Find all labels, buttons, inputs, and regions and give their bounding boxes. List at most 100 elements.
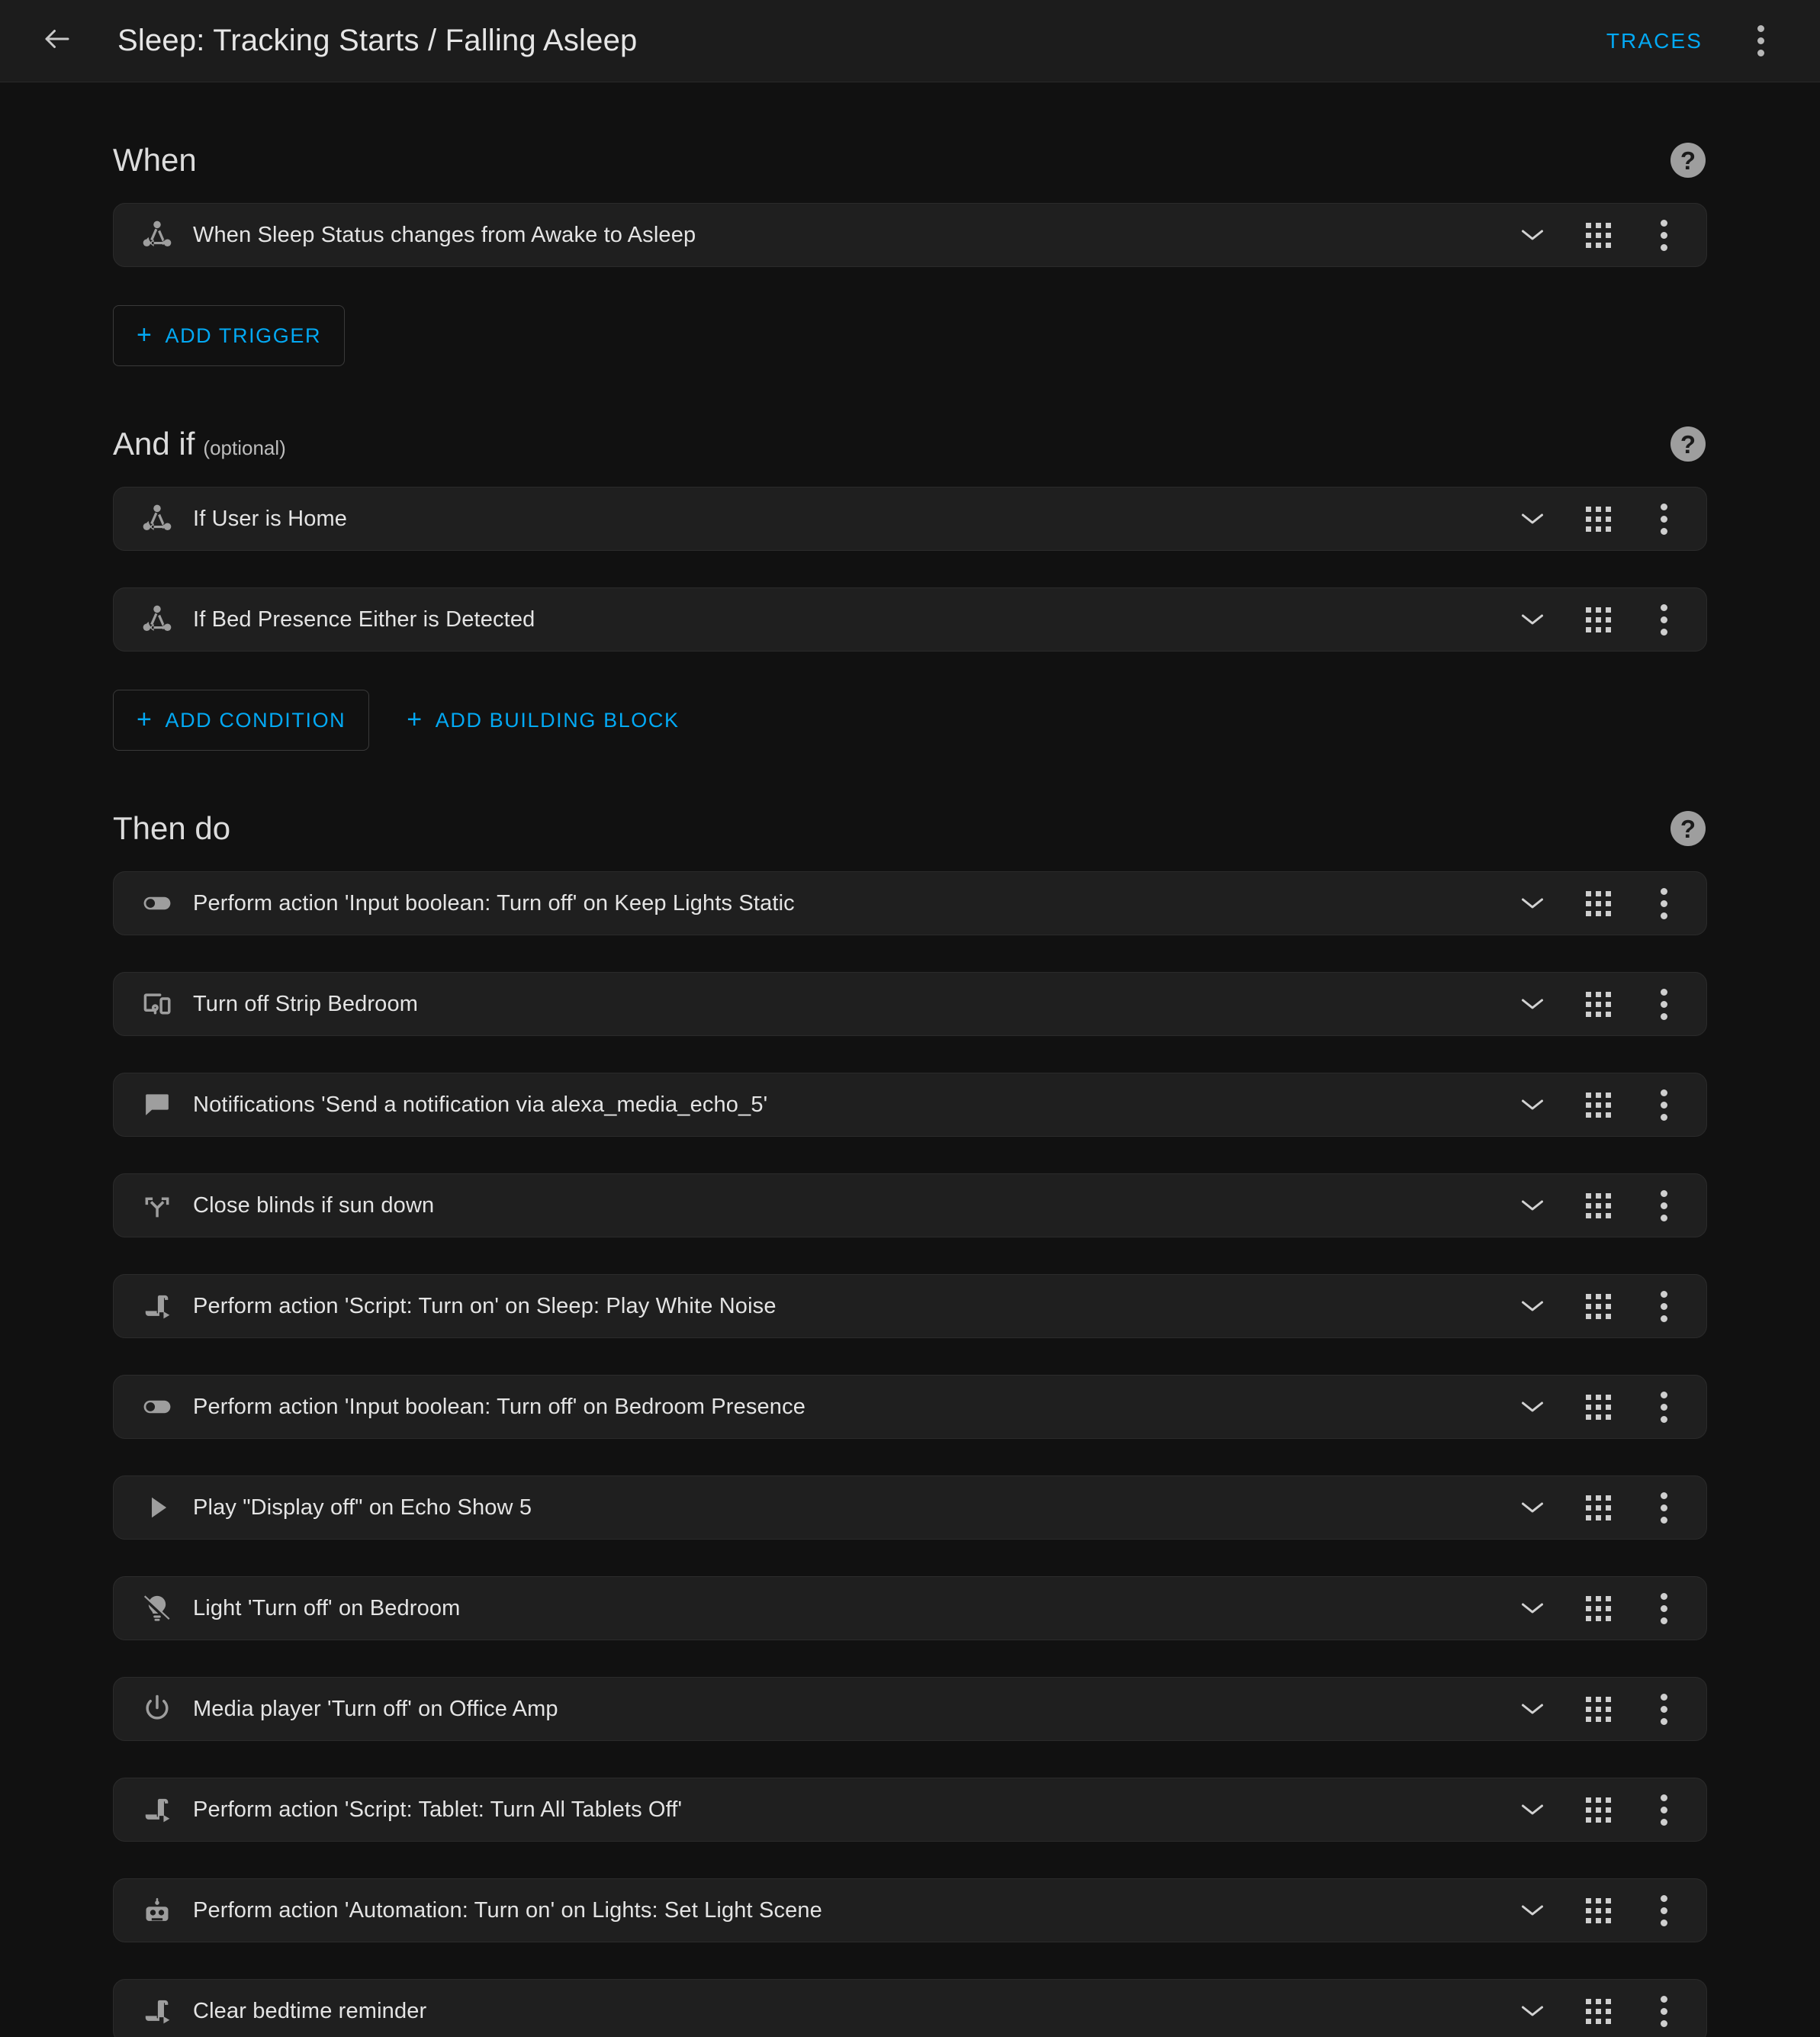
traces-button[interactable]: TRACES [1590,17,1719,66]
toggle-off-icon [135,1385,179,1429]
help-icon[interactable]: ? [1670,426,1706,462]
table-row[interactable]: Close blinds if sun down [113,1173,1707,1237]
drag-handle[interactable] [1569,975,1627,1033]
more-vert-icon-dot [1757,50,1764,56]
chevron-down-icon [1522,1804,1543,1815]
more-vert-icon [1660,1089,1667,1121]
drag-handle[interactable] [1569,1378,1627,1436]
drag-grid-icon [1585,1293,1611,1319]
row-overflow-menu-button[interactable] [1635,1176,1693,1234]
drag-grid-icon [1585,1998,1611,2024]
row-label: Perform action 'Automation: Turn on' on … [193,1897,822,1923]
add-condition-label: ADD CONDITION [165,708,346,732]
help-icon[interactable]: ? [1670,811,1706,846]
table-row[interactable]: Play "Display off" on Echo Show 5 [113,1475,1707,1540]
drag-grid-icon [1585,1092,1611,1118]
row-overflow-menu-button[interactable] [1635,1680,1693,1738]
add-condition-button[interactable]: + ADD CONDITION [113,690,370,751]
page-title: Sleep: Tracking Starts / Falling Asleep [117,24,638,57]
section-header-and-if: And if (optional) ? [113,366,1707,487]
table-row[interactable]: Clear bedtime reminder [113,1979,1707,2037]
table-row[interactable]: If Bed Presence Either is Detected [113,587,1707,652]
row-label: Perform action 'Script: Tablet: Turn All… [193,1797,683,1822]
table-row[interactable]: Perform action 'Script: Tablet: Turn All… [113,1778,1707,1842]
plus-icon: + [137,320,153,349]
expand-row-button[interactable] [1503,874,1561,932]
expand-row-button[interactable] [1503,1479,1561,1537]
row-overflow-menu-button[interactable] [1635,874,1693,932]
table-row[interactable]: When Sleep Status changes from Awake to … [113,203,1707,267]
row-overflow-menu-button[interactable] [1635,591,1693,648]
drag-handle[interactable] [1569,874,1627,932]
add-trigger-button[interactable]: + ADD TRIGGER [113,305,346,366]
row-actions [1503,1277,1693,1335]
drag-grid-icon [1585,1495,1611,1521]
power-icon [135,1687,179,1731]
section-header-then-do: Then do ? [113,751,1707,871]
drag-handle[interactable] [1569,1881,1627,1939]
drag-handle[interactable] [1569,591,1627,648]
row-actions [1503,1378,1693,1436]
appbar-overflow-menu-button[interactable] [1730,11,1791,72]
row-overflow-menu-button[interactable] [1635,1378,1693,1436]
expand-row-button[interactable] [1503,975,1561,1033]
expand-row-button[interactable] [1503,490,1561,548]
drag-handle[interactable] [1569,206,1627,264]
drag-handle[interactable] [1569,1781,1627,1839]
more-vert-icon [1660,1995,1667,2027]
expand-row-button[interactable] [1503,1579,1561,1637]
chevron-down-icon [1522,1603,1543,1614]
more-vert-icon [1660,603,1667,636]
table-row[interactable]: Perform action 'Automation: Turn on' on … [113,1878,1707,1942]
table-row[interactable]: If User is Home [113,487,1707,551]
drag-handle[interactable] [1569,1680,1627,1738]
add-trigger-label: ADD TRIGGER [165,323,322,347]
more-vert-icon [1660,1794,1667,1826]
row-overflow-menu-button[interactable] [1635,1277,1693,1335]
expand-row-button[interactable] [1503,1881,1561,1939]
row-overflow-menu-button[interactable] [1635,1982,1693,2037]
row-overflow-menu-button[interactable] [1635,490,1693,548]
drag-grid-icon [1585,1696,1611,1722]
row-overflow-menu-button[interactable] [1635,975,1693,1033]
table-row[interactable]: Turn off Strip Bedroom [113,972,1707,1036]
drag-handle[interactable] [1569,1479,1627,1537]
row-overflow-menu-button[interactable] [1635,1479,1693,1537]
drag-grid-icon [1585,607,1611,632]
table-row[interactable]: Media player 'Turn off' on Office Amp [113,1677,1707,1741]
drag-handle[interactable] [1569,1579,1627,1637]
drag-handle[interactable] [1569,490,1627,548]
play-icon [135,1485,179,1530]
row-actions [1503,975,1693,1033]
expand-row-button[interactable] [1503,1680,1561,1738]
row-actions [1503,591,1693,648]
table-row[interactable]: Perform action 'Input boolean: Turn off'… [113,1375,1707,1439]
expand-row-button[interactable] [1503,1176,1561,1234]
table-row[interactable]: Light 'Turn off' on Bedroom [113,1576,1707,1640]
row-overflow-menu-button[interactable] [1635,1881,1693,1939]
table-row[interactable]: Perform action 'Input boolean: Turn off'… [113,871,1707,935]
row-overflow-menu-button[interactable] [1635,1579,1693,1637]
drag-handle[interactable] [1569,1076,1627,1134]
expand-row-button[interactable] [1503,1378,1561,1436]
back-button[interactable] [26,10,88,72]
expand-row-button[interactable] [1503,591,1561,648]
drag-handle[interactable] [1569,1176,1627,1234]
row-overflow-menu-button[interactable] [1635,206,1693,264]
expand-row-button[interactable] [1503,1277,1561,1335]
row-overflow-menu-button[interactable] [1635,1076,1693,1134]
expand-row-button[interactable] [1503,1076,1561,1134]
expand-row-button[interactable] [1503,1781,1561,1839]
add-building-block-button[interactable]: + ADD BUILDING BLOCK [383,690,703,751]
help-icon[interactable]: ? [1670,143,1706,178]
drag-handle[interactable] [1569,1982,1627,2037]
expand-row-button[interactable] [1503,1982,1561,2037]
row-actions [1503,1982,1693,2037]
section-title-text: And if [113,426,195,462]
table-row[interactable]: Perform action 'Script: Turn on' on Slee… [113,1274,1707,1338]
row-overflow-menu-button[interactable] [1635,1781,1693,1839]
expand-row-button[interactable] [1503,206,1561,264]
section-title-text: When [113,142,197,178]
table-row[interactable]: Notifications 'Send a notification via a… [113,1073,1707,1137]
drag-handle[interactable] [1569,1277,1627,1335]
